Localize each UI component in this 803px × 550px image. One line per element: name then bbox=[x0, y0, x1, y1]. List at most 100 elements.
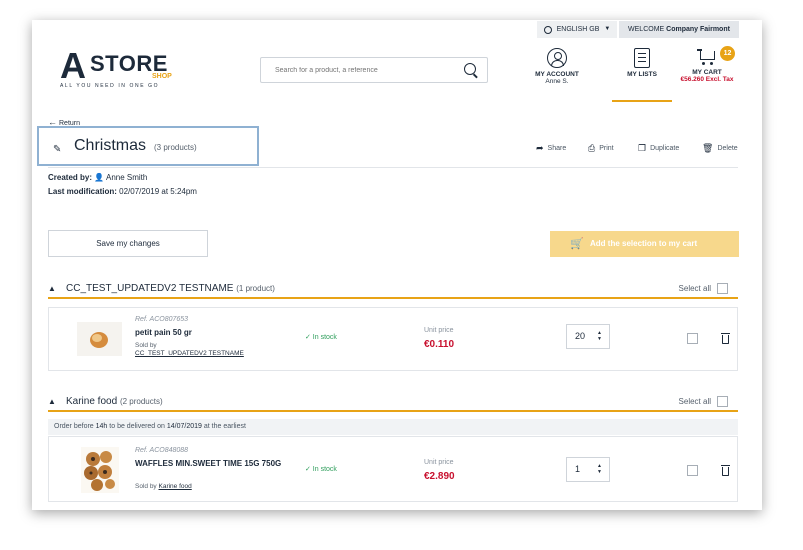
unit-price: €0.110 bbox=[424, 339, 455, 350]
share-button[interactable]: ➦ Share bbox=[536, 143, 566, 154]
welcome-banner: WELCOME Company Fairmont bbox=[619, 21, 739, 38]
list-icon bbox=[634, 48, 650, 68]
quantity-stepper[interactable]: 20 ▲ ▼ bbox=[566, 324, 610, 349]
language-selector[interactable]: ENGLISH GB ▼ bbox=[537, 21, 617, 38]
seller-link[interactable]: Karine food bbox=[159, 483, 192, 490]
print-label: Print bbox=[599, 145, 614, 152]
cart-total: €56.260 Excl. Tax bbox=[680, 76, 734, 83]
delivery-mid: to be delivered on bbox=[109, 423, 165, 430]
duplicate-button[interactable]: ❐ Duplicate bbox=[638, 143, 679, 154]
page-title: Christmas bbox=[74, 137, 147, 154]
select-all-label: Select all bbox=[678, 397, 711, 406]
share-label: Share bbox=[547, 145, 567, 152]
welcome-prefix: WELCOME bbox=[628, 26, 665, 33]
duplicate-label: Duplicate bbox=[650, 145, 680, 152]
delete-list-button[interactable]: 🗑 Delete bbox=[702, 143, 738, 154]
title-product-count: (3 products) bbox=[154, 143, 197, 152]
cart-icon: 🛒 bbox=[570, 238, 584, 250]
created-by-name: Anne Smith bbox=[106, 173, 148, 182]
copy-icon: ❐ bbox=[638, 143, 647, 153]
sold-by-label: Sold by bbox=[135, 342, 157, 349]
chevron-up-icon[interactable]: ▲ bbox=[48, 284, 56, 293]
product-ref: Ref. ACO807653 bbox=[135, 316, 189, 323]
search-icon[interactable] bbox=[464, 63, 476, 75]
section-title: CC_TEST_UPDATEDV2 TESTNAME (1 product) bbox=[66, 283, 275, 294]
stepper-arrows-icon[interactable]: ▲ ▼ bbox=[597, 330, 602, 342]
section-title-text: Karine food bbox=[66, 396, 118, 407]
sold-by-label: Sold by bbox=[135, 483, 157, 490]
delivery-date: 14/07/2019 bbox=[166, 423, 202, 430]
unit-price: €2.890 bbox=[424, 471, 455, 482]
cart-count-badge: 12 bbox=[720, 46, 735, 61]
user-circle-icon bbox=[547, 48, 567, 68]
modified-value: 02/07/2019 at 5:24pm bbox=[119, 187, 197, 196]
quantity-value: 1 bbox=[575, 464, 581, 474]
stepper-arrows-icon[interactable]: ▲ ▼ bbox=[597, 463, 602, 475]
globe-icon bbox=[543, 25, 552, 34]
logo-letter: A bbox=[60, 45, 86, 86]
search-input[interactable] bbox=[260, 57, 488, 83]
created-label: Created by: bbox=[48, 173, 93, 182]
row-checkbox[interactable] bbox=[687, 465, 698, 476]
section-count: (2 products) bbox=[119, 397, 163, 406]
trash-icon[interactable] bbox=[721, 333, 730, 344]
select-all-checkbox[interactable] bbox=[717, 396, 728, 407]
account-user-name: Anne S. bbox=[545, 78, 569, 85]
save-changes-button[interactable]: Save my changes bbox=[48, 230, 208, 257]
select-all[interactable]: Select all bbox=[679, 396, 728, 407]
modified-label: Last modification: bbox=[48, 187, 117, 196]
created-by: Created by: 👤 Anne Smith bbox=[48, 173, 147, 182]
sold-by: Sold by Karine food bbox=[135, 483, 192, 491]
printer-icon: ⎙ bbox=[588, 143, 596, 153]
select-all-checkbox[interactable] bbox=[717, 283, 728, 294]
divider bbox=[48, 167, 738, 168]
cart-icon bbox=[697, 48, 717, 66]
company-name: Company Fairmont bbox=[666, 26, 730, 33]
last-modification: Last modification: 02/07/2019 at 5:24pm bbox=[48, 187, 197, 196]
seller-link[interactable]: CC_TEST_UPDATEDV2 TESTNAME bbox=[135, 350, 244, 357]
my-lists-label: MY LISTS bbox=[627, 71, 657, 78]
my-lists-button[interactable]: MY LISTS bbox=[612, 48, 672, 102]
language-label: ENGLISH GB bbox=[556, 26, 600, 33]
share-icon: ➦ bbox=[536, 143, 544, 153]
product-image bbox=[81, 447, 119, 493]
my-cart-label: MY CART bbox=[692, 69, 722, 76]
logo[interactable]: A STORE SHOP ALL YOU NEED IN ONE GO bbox=[60, 48, 190, 92]
sold-by: Sold by CC_TEST_UPDATEDV2 TESTNAME bbox=[135, 342, 244, 358]
list-item: Ref. ACO807653 petit pain 50 gr Sold by … bbox=[48, 307, 738, 371]
print-button[interactable]: ⎙ Print bbox=[588, 143, 614, 154]
add-selection-to-cart-button[interactable]: 🛒 Add the selection to my cart bbox=[550, 231, 739, 257]
section-header[interactable]: ▲ CC_TEST_UPDATEDV2 TESTNAME (1 product)… bbox=[48, 283, 738, 299]
quantity-stepper[interactable]: 1 ▲ ▼ bbox=[566, 457, 610, 482]
logo-name: STORE bbox=[90, 51, 168, 76]
product-name[interactable]: petit pain 50 gr bbox=[135, 328, 192, 338]
my-account-button[interactable]: MY ACCOUNT Anne S. bbox=[527, 48, 587, 85]
delivery-before: Order before bbox=[54, 423, 94, 430]
section-header[interactable]: ▲ Karine food (2 products) Select all bbox=[48, 396, 738, 412]
pencil-icon[interactable]: ✎ bbox=[53, 144, 61, 155]
trash-icon[interactable] bbox=[721, 465, 730, 476]
add-selection-label: Add the selection to my cart bbox=[590, 239, 698, 248]
logo-sub: SHOP bbox=[152, 73, 172, 80]
delivery-after: at the earliest bbox=[203, 423, 246, 430]
section-count: (1 product) bbox=[236, 284, 275, 293]
product-name[interactable]: WAFFLES MIN.SWEET TIME 15G 750G bbox=[135, 459, 285, 469]
my-account-label: MY ACCOUNT bbox=[535, 71, 579, 78]
row-checkbox[interactable] bbox=[687, 333, 698, 344]
delivery-hour: 14h bbox=[95, 423, 108, 430]
caret-down-icon: ▼ bbox=[604, 26, 611, 32]
title-highlight-box bbox=[37, 126, 259, 166]
delete-label: Delete bbox=[717, 145, 738, 152]
trash-icon: 🗑 bbox=[702, 143, 714, 153]
section-title-text: CC_TEST_UPDATEDV2 TESTNAME bbox=[66, 283, 234, 294]
chevron-up-icon[interactable]: ▲ bbox=[48, 397, 56, 406]
stock-status: ✓ In stock bbox=[305, 466, 337, 473]
quantity-value: 20 bbox=[575, 331, 586, 341]
delivery-notice: Order before 14h to be delivered on 14/0… bbox=[48, 419, 738, 435]
select-all-label: Select all bbox=[678, 284, 711, 293]
product-ref: Ref. ACO848088 bbox=[135, 447, 189, 454]
list-item: Ref. ACO848088 WAFFLES MIN.SWEET TIME 15… bbox=[48, 436, 738, 502]
select-all[interactable]: Select all bbox=[679, 283, 728, 294]
unit-price-label: Unit price bbox=[424, 459, 454, 466]
app-window: ENGLISH GB ▼ WELCOME Company Fairmont A … bbox=[32, 20, 762, 510]
